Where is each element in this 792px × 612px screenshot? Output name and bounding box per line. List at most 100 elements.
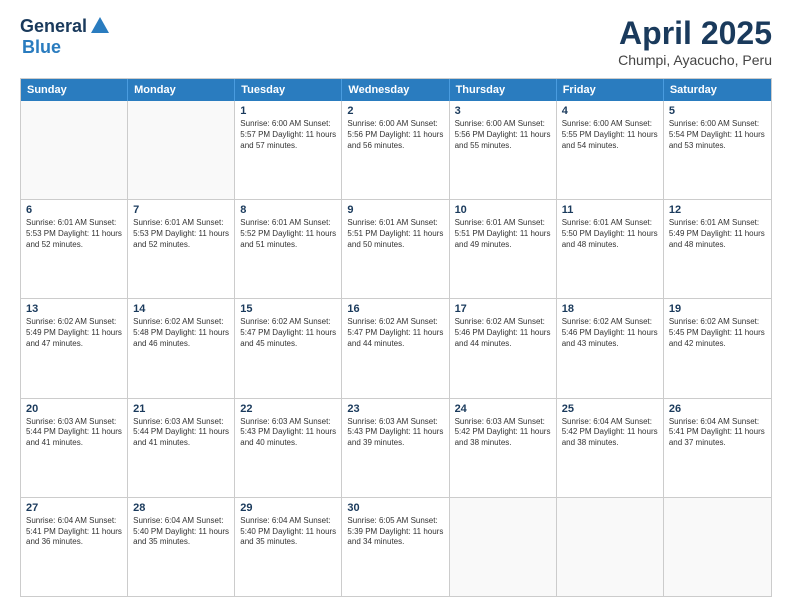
calendar-day-cell: 22 Sunrise: 6:03 AM Sunset: 5:43 PM Dayli… xyxy=(235,399,342,497)
day-info: Sunrise: 6:01 AM Sunset: 5:53 PM Dayligh… xyxy=(133,218,229,250)
empty-cell xyxy=(557,498,664,596)
weekday-header: Saturday xyxy=(664,79,771,101)
day-number: 24 xyxy=(455,403,551,415)
calendar-day-cell: 26 Sunrise: 6:04 AM Sunset: 5:41 PM Dayli… xyxy=(664,399,771,497)
calendar-body: 1 Sunrise: 6:00 AM Sunset: 5:57 PM Daylig… xyxy=(21,101,771,596)
calendar-day-cell: 16 Sunrise: 6:02 AM Sunset: 5:47 PM Dayli… xyxy=(342,299,449,397)
empty-cell xyxy=(128,101,235,199)
day-info: Sunrise: 6:01 AM Sunset: 5:51 PM Dayligh… xyxy=(347,218,443,250)
subtitle: Chumpi, Ayacucho, Peru xyxy=(618,52,772,68)
calendar-day-cell: 19 Sunrise: 6:02 AM Sunset: 5:45 PM Dayli… xyxy=(664,299,771,397)
day-number: 13 xyxy=(26,303,122,315)
header: General Blue April 2025 Chumpi, Ayacucho… xyxy=(20,15,772,68)
day-info: Sunrise: 6:02 AM Sunset: 5:49 PM Dayligh… xyxy=(26,317,122,349)
day-info: Sunrise: 6:02 AM Sunset: 5:47 PM Dayligh… xyxy=(347,317,443,349)
day-number: 6 xyxy=(26,204,122,216)
day-number: 25 xyxy=(562,403,658,415)
calendar-day-cell: 10Sunrise: 6:01 AM Sunset: 5:51 PM Dayli… xyxy=(450,200,557,298)
calendar-day-cell: 6 Sunrise: 6:01 AM Sunset: 5:53 PM Daylig… xyxy=(21,200,128,298)
calendar-day-cell: 3Sunrise: 6:00 AM Sunset: 5:56 PM Daylig… xyxy=(450,101,557,199)
day-number: 15 xyxy=(240,303,336,315)
day-number: 19 xyxy=(669,303,766,315)
day-info: Sunrise: 6:00 AM Sunset: 5:56 PM Dayligh… xyxy=(455,119,551,151)
empty-cell xyxy=(450,498,557,596)
day-info: Sunrise: 6:04 AM Sunset: 5:40 PM Dayligh… xyxy=(240,516,336,548)
day-number: 29 xyxy=(240,502,336,514)
day-info: Sunrise: 6:04 AM Sunset: 5:42 PM Dayligh… xyxy=(562,417,658,449)
weekday-header: Friday xyxy=(557,79,664,101)
day-info: Sunrise: 6:03 AM Sunset: 5:43 PM Dayligh… xyxy=(240,417,336,449)
calendar-day-cell: 5 Sunrise: 6:00 AM Sunset: 5:54 PM Daylig… xyxy=(664,101,771,199)
day-number: 8 xyxy=(240,204,336,216)
calendar-row: 13 Sunrise: 6:02 AM Sunset: 5:49 PM Dayli… xyxy=(21,299,771,398)
day-number: 11 xyxy=(562,204,658,216)
calendar-day-cell: 21Sunrise: 6:03 AM Sunset: 5:44 PM Dayli… xyxy=(128,399,235,497)
day-info: Sunrise: 6:00 AM Sunset: 5:55 PM Dayligh… xyxy=(562,119,658,151)
calendar-day-cell: 24 Sunrise: 6:03 AM Sunset: 5:42 PM Dayli… xyxy=(450,399,557,497)
day-info: Sunrise: 6:00 AM Sunset: 5:54 PM Dayligh… xyxy=(669,119,766,151)
calendar-row: 20 Sunrise: 6:03 AM Sunset: 5:44 PM Dayli… xyxy=(21,399,771,498)
day-info: Sunrise: 6:05 AM Sunset: 5:39 PM Dayligh… xyxy=(347,516,443,548)
calendar-day-cell: 13 Sunrise: 6:02 AM Sunset: 5:49 PM Dayli… xyxy=(21,299,128,397)
day-number: 4 xyxy=(562,105,658,117)
day-number: 21 xyxy=(133,403,229,415)
weekday-header: Thursday xyxy=(450,79,557,101)
logo-blue-text: Blue xyxy=(22,37,61,58)
day-info: Sunrise: 6:00 AM Sunset: 5:57 PM Dayligh… xyxy=(240,119,336,151)
day-info: Sunrise: 6:04 AM Sunset: 5:41 PM Dayligh… xyxy=(26,516,122,548)
empty-cell xyxy=(21,101,128,199)
calendar-day-cell: 20 Sunrise: 6:03 AM Sunset: 5:44 PM Dayli… xyxy=(21,399,128,497)
calendar-header: SundayMondayTuesdayWednesdayThursdayFrid… xyxy=(21,79,771,101)
title-section: April 2025 Chumpi, Ayacucho, Peru xyxy=(618,15,772,68)
day-number: 27 xyxy=(26,502,122,514)
calendar-day-cell: 4 Sunrise: 6:00 AM Sunset: 5:55 PM Daylig… xyxy=(557,101,664,199)
calendar-day-cell: 12Sunrise: 6:01 AM Sunset: 5:49 PM Dayli… xyxy=(664,200,771,298)
day-number: 5 xyxy=(669,105,766,117)
empty-cell xyxy=(664,498,771,596)
calendar-day-cell: 17 Sunrise: 6:02 AM Sunset: 5:46 PM Dayli… xyxy=(450,299,557,397)
day-number: 1 xyxy=(240,105,336,117)
day-number: 9 xyxy=(347,204,443,216)
day-number: 14 xyxy=(133,303,229,315)
calendar: SundayMondayTuesdayWednesdayThursdayFrid… xyxy=(20,78,772,597)
weekday-header: Monday xyxy=(128,79,235,101)
day-info: Sunrise: 6:01 AM Sunset: 5:49 PM Dayligh… xyxy=(669,218,766,250)
day-number: 20 xyxy=(26,403,122,415)
calendar-day-cell: 14 Sunrise: 6:02 AM Sunset: 5:48 PM Dayli… xyxy=(128,299,235,397)
day-number: 18 xyxy=(562,303,658,315)
day-info: Sunrise: 6:04 AM Sunset: 5:41 PM Dayligh… xyxy=(669,417,766,449)
day-info: Sunrise: 6:02 AM Sunset: 5:47 PM Dayligh… xyxy=(240,317,336,349)
weekday-header: Tuesday xyxy=(235,79,342,101)
logo-general: General xyxy=(20,16,87,37)
day-info: Sunrise: 6:02 AM Sunset: 5:46 PM Dayligh… xyxy=(562,317,658,349)
day-info: Sunrise: 6:02 AM Sunset: 5:48 PM Dayligh… xyxy=(133,317,229,349)
day-number: 16 xyxy=(347,303,443,315)
day-info: Sunrise: 6:01 AM Sunset: 5:53 PM Dayligh… xyxy=(26,218,122,250)
day-info: Sunrise: 6:02 AM Sunset: 5:45 PM Dayligh… xyxy=(669,317,766,349)
day-info: Sunrise: 6:03 AM Sunset: 5:42 PM Dayligh… xyxy=(455,417,551,449)
calendar-day-cell: 2Sunrise: 6:00 AM Sunset: 5:56 PM Daylig… xyxy=(342,101,449,199)
day-info: Sunrise: 6:04 AM Sunset: 5:40 PM Dayligh… xyxy=(133,516,229,548)
main-title: April 2025 xyxy=(618,15,772,52)
calendar-day-cell: 1 Sunrise: 6:00 AM Sunset: 5:57 PM Daylig… xyxy=(235,101,342,199)
calendar-day-cell: 25 Sunrise: 6:04 AM Sunset: 5:42 PM Dayli… xyxy=(557,399,664,497)
day-number: 30 xyxy=(347,502,443,514)
calendar-day-cell: 30 Sunrise: 6:05 AM Sunset: 5:39 PM Dayli… xyxy=(342,498,449,596)
day-number: 17 xyxy=(455,303,551,315)
day-info: Sunrise: 6:01 AM Sunset: 5:50 PM Dayligh… xyxy=(562,218,658,250)
day-info: Sunrise: 6:03 AM Sunset: 5:44 PM Dayligh… xyxy=(26,417,122,449)
calendar-day-cell: 27 Sunrise: 6:04 AM Sunset: 5:41 PM Dayli… xyxy=(21,498,128,596)
day-info: Sunrise: 6:02 AM Sunset: 5:46 PM Dayligh… xyxy=(455,317,551,349)
day-number: 22 xyxy=(240,403,336,415)
calendar-row: 6 Sunrise: 6:01 AM Sunset: 5:53 PM Daylig… xyxy=(21,200,771,299)
calendar-day-cell: 15 Sunrise: 6:02 AM Sunset: 5:47 PM Dayli… xyxy=(235,299,342,397)
day-number: 26 xyxy=(669,403,766,415)
page: General Blue April 2025 Chumpi, Ayacucho… xyxy=(0,0,792,612)
calendar-day-cell: 11 Sunrise: 6:01 AM Sunset: 5:50 PM Dayli… xyxy=(557,200,664,298)
day-info: Sunrise: 6:01 AM Sunset: 5:51 PM Dayligh… xyxy=(455,218,551,250)
calendar-day-cell: 23Sunrise: 6:03 AM Sunset: 5:43 PM Dayli… xyxy=(342,399,449,497)
logo-icon xyxy=(89,15,111,37)
calendar-day-cell: 28Sunrise: 6:04 AM Sunset: 5:40 PM Dayli… xyxy=(128,498,235,596)
calendar-day-cell: 8Sunrise: 6:01 AM Sunset: 5:52 PM Daylig… xyxy=(235,200,342,298)
calendar-day-cell: 18 Sunrise: 6:02 AM Sunset: 5:46 PM Dayli… xyxy=(557,299,664,397)
